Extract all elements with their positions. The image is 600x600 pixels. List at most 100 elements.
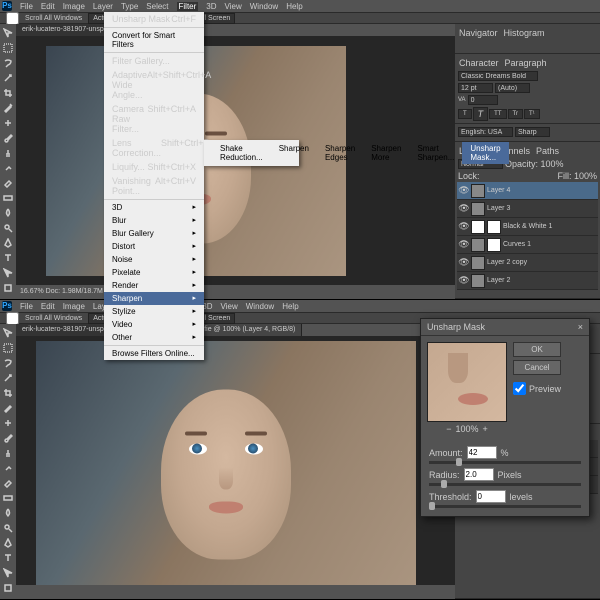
dialog-titlebar[interactable]: Unsharp Mask × — [421, 319, 589, 336]
layer-item[interactable]: 👁Curves 1 — [457, 236, 598, 254]
radius-track[interactable] — [429, 483, 581, 486]
submenu-smart-sharpen[interactable]: Smart Sharpen... — [409, 142, 462, 164]
canvas-area[interactable] — [16, 336, 455, 585]
tab-paragraph[interactable]: Paragraph — [505, 58, 547, 68]
cancel-button[interactable]: Cancel — [513, 360, 561, 375]
menu-help[interactable]: Help — [282, 302, 298, 311]
menu-item-adaptive-wide[interactable]: Adaptive Wide Angle...Alt+Shift+Ctrl+A — [104, 68, 204, 102]
marquee-tool[interactable] — [1, 41, 15, 55]
tab-histogram[interactable]: Histogram — [504, 28, 545, 38]
pen-tool[interactable] — [1, 536, 15, 550]
amount-track[interactable] — [429, 461, 581, 464]
brush-tool[interactable] — [1, 131, 15, 145]
lang-select[interactable] — [458, 127, 513, 137]
font-family-select[interactable] — [458, 71, 538, 81]
stamp-tool[interactable] — [1, 446, 15, 460]
scroll-all-checkbox[interactable] — [6, 12, 19, 25]
marquee-tool[interactable] — [1, 341, 15, 355]
visibility-icon[interactable]: 👁 — [459, 258, 469, 268]
menu-image[interactable]: Image — [63, 2, 85, 11]
blur-tool[interactable] — [1, 506, 15, 520]
close-icon[interactable]: × — [578, 322, 583, 332]
dodge-tool[interactable] — [1, 221, 15, 235]
lasso-tool[interactable] — [1, 56, 15, 70]
visibility-icon[interactable]: 👁 — [459, 240, 469, 250]
menu-3d[interactable]: 3D — [206, 2, 216, 11]
menu-layer[interactable]: Layer — [93, 2, 113, 11]
dodge-tool[interactable] — [1, 521, 15, 535]
move-tool[interactable] — [1, 326, 15, 340]
amount-input[interactable] — [467, 446, 497, 459]
visibility-icon[interactable]: 👁 — [459, 186, 469, 196]
menu-select[interactable]: Select — [146, 2, 168, 11]
submenu-sharpen-edges[interactable]: Sharpen Edges — [317, 142, 363, 164]
pen-tool[interactable] — [1, 236, 15, 250]
menu-item-camera-raw[interactable]: Camera Raw Filter...Shift+Ctrl+A — [104, 102, 204, 136]
menu-item-filter-gallery[interactable]: Filter Gallery... — [104, 54, 204, 68]
zoom-in-button[interactable]: + — [483, 424, 488, 434]
menu-filter[interactable]: Filter — [177, 2, 199, 11]
wand-tool[interactable] — [1, 71, 15, 85]
canvas[interactable] — [36, 341, 416, 585]
aa-select[interactable] — [515, 127, 550, 137]
menu-item-convert-smart[interactable]: Convert for Smart Filters — [104, 29, 204, 51]
menu-item-other[interactable]: Other — [104, 331, 204, 344]
scroll-all-checkbox[interactable] — [6, 312, 19, 325]
eyedropper-tool[interactable] — [1, 401, 15, 415]
gradient-tool[interactable] — [1, 491, 15, 505]
visibility-icon[interactable]: 👁 — [459, 276, 469, 286]
menu-item-pixelate[interactable]: Pixelate — [104, 266, 204, 279]
menu-edit[interactable]: Edit — [41, 302, 55, 311]
menu-item-vanishing[interactable]: Vanishing Point...Alt+Ctrl+V — [104, 174, 204, 198]
eraser-tool[interactable] — [1, 176, 15, 190]
type-tool[interactable] — [1, 551, 15, 565]
menu-item-lens-correction[interactable]: Lens Correction...Shift+Ctrl+R — [104, 136, 204, 160]
tab-character[interactable]: Character — [459, 58, 499, 68]
menu-image[interactable]: Image — [63, 302, 85, 311]
path-tool[interactable] — [1, 566, 15, 580]
shape-tool[interactable] — [1, 581, 15, 595]
wand-tool[interactable] — [1, 371, 15, 385]
zoom-out-button[interactable]: − — [446, 424, 451, 434]
menu-item-3d[interactable]: 3D — [104, 201, 204, 214]
move-tool[interactable] — [1, 26, 15, 40]
layer-item[interactable]: 👁Layer 4 — [457, 182, 598, 200]
leading-input[interactable] — [495, 83, 530, 93]
path-tool[interactable] — [1, 266, 15, 280]
layer-item[interactable]: 👁Layer 2 — [457, 272, 598, 290]
menu-item-last-filter[interactable]: Unsharp MaskCtrl+F — [104, 12, 204, 26]
radius-input[interactable] — [464, 468, 494, 481]
menu-item-stylize[interactable]: Stylize — [104, 305, 204, 318]
menu-item-noise[interactable]: Noise — [104, 253, 204, 266]
layer-item[interactable]: 👁Layer 3 — [457, 200, 598, 218]
menu-item-browse-online[interactable]: Browse Filters Online... — [104, 347, 204, 360]
submenu-shake-reduction[interactable]: Shake Reduction... — [212, 142, 271, 164]
submenu-unsharp-mask[interactable]: Unsharp Mask... — [462, 142, 508, 164]
lasso-tool[interactable] — [1, 356, 15, 370]
eyedropper-tool[interactable] — [1, 101, 15, 115]
menu-item-render[interactable]: Render — [104, 279, 204, 292]
history-tool[interactable] — [1, 161, 15, 175]
menu-item-blur-gallery[interactable]: Blur Gallery — [104, 227, 204, 240]
menu-view[interactable]: View — [221, 302, 238, 311]
menu-window[interactable]: Window — [246, 302, 274, 311]
menu-edit[interactable]: Edit — [41, 2, 55, 11]
dialog-preview[interactable] — [427, 342, 507, 422]
history-tool[interactable] — [1, 461, 15, 475]
visibility-icon[interactable]: 👁 — [459, 204, 469, 214]
menu-file[interactable]: File — [20, 2, 33, 11]
eraser-tool[interactable] — [1, 476, 15, 490]
heal-tool[interactable] — [1, 416, 15, 430]
crop-tool[interactable] — [1, 386, 15, 400]
tracking-input[interactable] — [468, 95, 498, 105]
menu-view[interactable]: View — [225, 2, 242, 11]
threshold-input[interactable] — [476, 490, 506, 503]
layer-item[interactable]: 👁Layer 2 copy — [457, 254, 598, 272]
threshold-track[interactable] — [429, 505, 581, 508]
tab-navigator[interactable]: Navigator — [459, 28, 498, 38]
stamp-tool[interactable] — [1, 146, 15, 160]
visibility-icon[interactable]: 👁 — [459, 222, 469, 232]
layer-item[interactable]: 👁Black & White 1 — [457, 218, 598, 236]
font-size-input[interactable] — [458, 83, 493, 93]
shape-tool[interactable] — [1, 281, 15, 295]
